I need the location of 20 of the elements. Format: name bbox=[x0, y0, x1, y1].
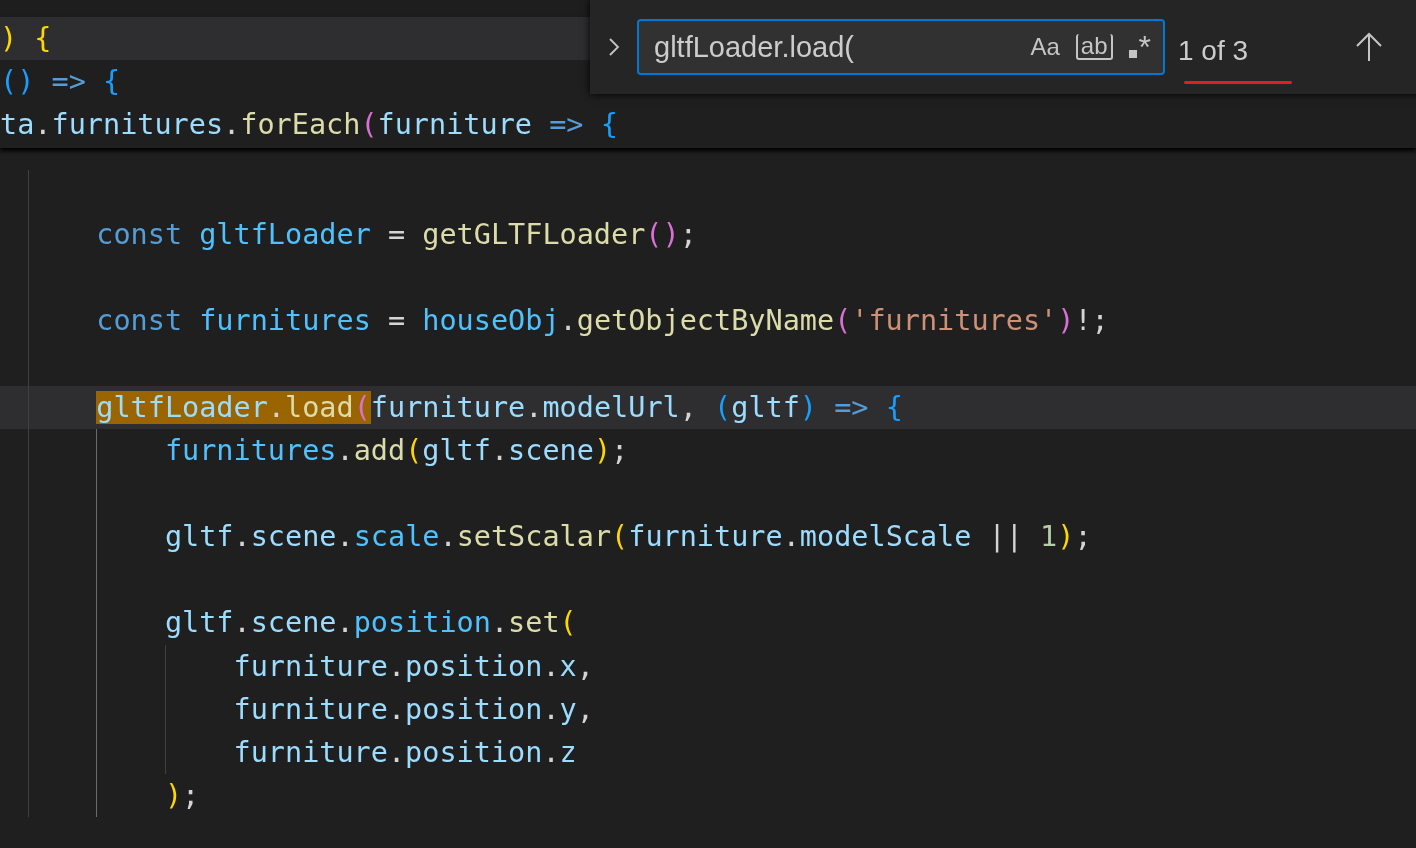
arrow-up-icon[interactable] bbox=[1355, 31, 1384, 63]
code-line: furniture.position.z bbox=[233, 735, 577, 771]
code-line: ); bbox=[164, 778, 200, 815]
code-line: ) { bbox=[0, 21, 52, 57]
code-line: gltf.scene.position.set( bbox=[164, 605, 577, 642]
code-line: ta.furnitures.forEach(furniture => { bbox=[0, 107, 618, 144]
code-line: furnitures.add(gltf.scene); bbox=[164, 432, 629, 469]
toggle-button[interactable]: ab bbox=[1075, 34, 1113, 60]
toggle-button[interactable]: * bbox=[1126, 30, 1153, 64]
code-line: () => { bbox=[0, 64, 121, 101]
chevron-right-icon[interactable] bbox=[608, 37, 620, 57]
code-line: gltf.scene.scale.setScalar(furniture.modelScale || 1); bbox=[164, 519, 1092, 556]
code-line: furniture.position.x, bbox=[233, 648, 594, 685]
code-line: furniture.position.y, bbox=[233, 691, 594, 728]
code-line: const gltfLoader = getGLTFLoader(); bbox=[96, 216, 697, 253]
find-input[interactable]: gltfLoader.load( Aa ab * bbox=[637, 19, 1165, 75]
code-line: const furnitures = houseObj.getObjectByName('furnitures')!; bbox=[96, 303, 1109, 340]
match-count: 1 of 3 bbox=[1178, 35, 1249, 67]
toggle-button[interactable]: Aa bbox=[1028, 31, 1062, 63]
code-line: gltfLoader.load(furniture.modelUrl, (gltf) => { bbox=[96, 389, 903, 426]
